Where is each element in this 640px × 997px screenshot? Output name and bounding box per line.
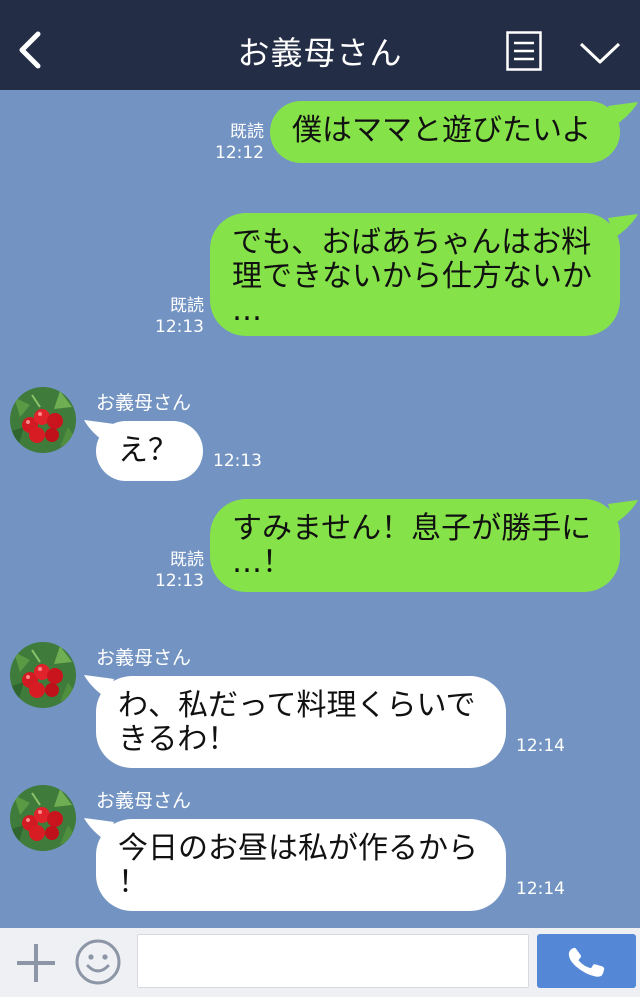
- bubble-tail: [608, 500, 638, 524]
- message-time: 12:13: [213, 451, 262, 471]
- avatar[interactable]: [10, 785, 76, 851]
- message-bubble-outgoing[interactable]: 僕はママと遊びたいよ: [270, 101, 620, 163]
- read-status: 既読 12:13: [144, 550, 204, 592]
- read-label: 既読: [170, 296, 204, 316]
- cherry-avatar-icon: [10, 642, 76, 708]
- cherry-avatar-icon: [10, 785, 76, 851]
- message-bubble-incoming[interactable]: わ、私だって料理くらいで きるわ！: [96, 676, 506, 768]
- chevron-down-icon[interactable]: [578, 40, 622, 66]
- smile-icon[interactable]: [74, 938, 122, 986]
- message-bubble-incoming[interactable]: え？: [96, 421, 203, 481]
- read-label: 既読: [230, 122, 264, 142]
- call-button[interactable]: [537, 934, 636, 988]
- message-bubble-incoming[interactable]: 今日のお昼は私が作るから ！: [96, 819, 506, 911]
- avatar[interactable]: [10, 642, 76, 708]
- sender-name: お義母さん: [96, 647, 192, 669]
- message-time: 12:13: [155, 571, 204, 591]
- sender-name: お義母さん: [96, 790, 192, 812]
- message-input[interactable]: [137, 934, 529, 988]
- read-status: 既読 12:13: [144, 296, 204, 338]
- avatar[interactable]: [10, 387, 76, 453]
- phone-icon: [568, 947, 605, 977]
- message-bubble-outgoing[interactable]: でも、おばあちゃんはお料 理できないから仕方ないか …: [210, 213, 620, 336]
- sender-name: お義母さん: [96, 392, 192, 414]
- message-time: 12:14: [516, 736, 565, 756]
- note-menu-icon[interactable]: [506, 31, 542, 71]
- bubble-tail: [608, 102, 638, 126]
- chat-header: お義母さん: [0, 0, 640, 90]
- message-time: 12:13: [155, 317, 204, 337]
- message-bubble-outgoing[interactable]: すみません！息子が勝手に …！: [210, 499, 620, 592]
- plus-icon[interactable]: [14, 941, 58, 985]
- cherry-avatar-icon: [10, 387, 76, 453]
- read-status: 既読 12:12: [204, 122, 264, 164]
- message-time: 12:14: [516, 879, 565, 899]
- read-label: 既読: [170, 550, 204, 570]
- chat-title: お義母さん: [237, 34, 403, 72]
- chat-area[interactable]: 既読 12:12 僕はママと遊びたいよ 既読 12:13 でも、おばあちゃんはお…: [0, 90, 640, 928]
- message-time: 12:12: [215, 143, 264, 163]
- bubble-tail: [608, 214, 638, 238]
